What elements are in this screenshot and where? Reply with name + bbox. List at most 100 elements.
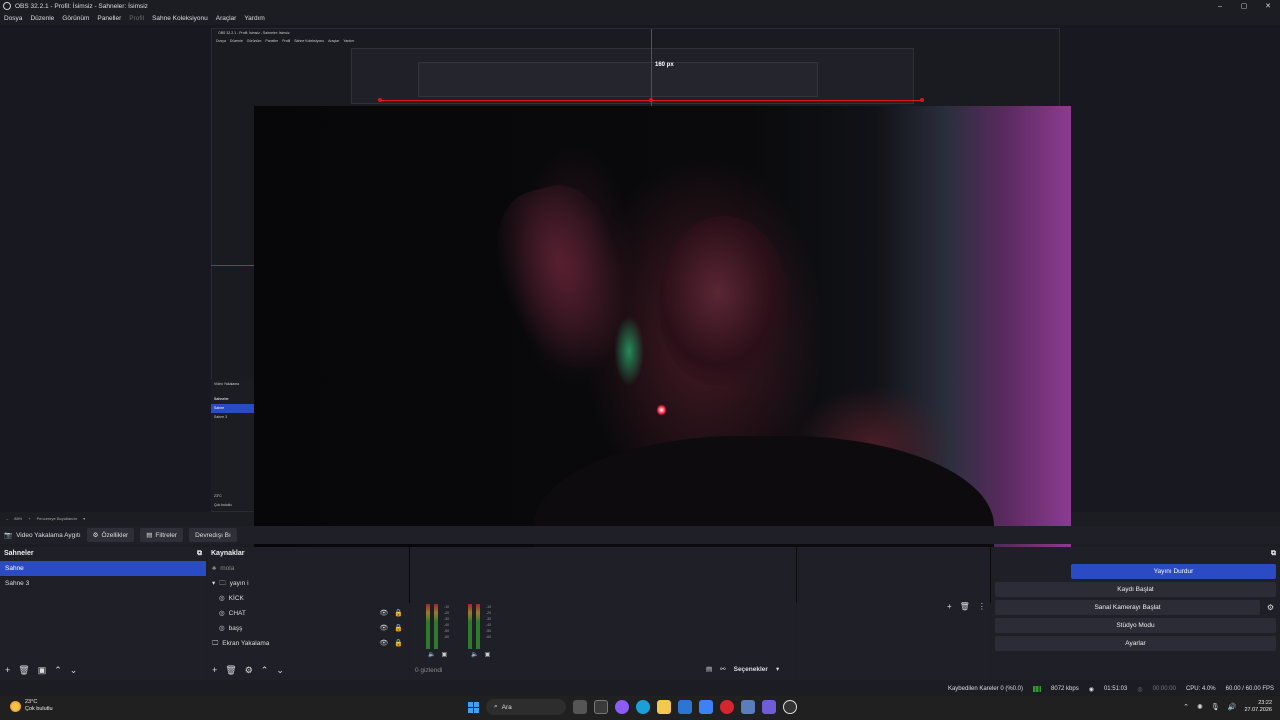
fit-to-window-label[interactable]: Pencereye Boyutlandır [37,516,77,521]
gear-icon[interactable]: ✺ [1197,703,1203,711]
menu-help[interactable]: Yardım [244,15,264,22]
clock-time: 23:22 [1258,700,1272,706]
guide-handle[interactable] [920,98,924,102]
menu-file[interactable]: Dosya [4,15,22,22]
windows-taskbar: 23°C Çok bulutlu ⌕ Ara ⌃ ✺ 🎙 🔊 23:22 27.… [0,696,1280,720]
speaker-icon[interactable]: 🔊 [1228,703,1237,711]
lock-icon[interactable]: 🔒 [394,636,403,651]
eye-icon[interactable]: 👁 [379,621,388,636]
source-item[interactable]: ◎ KİCK [207,591,409,606]
properties-button[interactable]: ⚙ Özellikler [86,528,135,542]
zoom-in-icon[interactable]: + [28,516,30,521]
menu-tools[interactable]: Araçlar [216,15,237,22]
zoom-level: 88% [14,515,23,521]
speaker-icon[interactable]: 🔈 [471,651,478,658]
context-source-label: Video Yakalama Aygıtı [16,531,81,539]
start-icon[interactable] [468,701,479,713]
source-item[interactable]: ♣ mola [207,561,409,576]
lock-icon[interactable]: 🔒 [394,606,403,621]
source-toggles: 👁 🔒 [379,636,403,651]
layout-icon[interactable]: ▤ [706,665,712,673]
arrow-down-icon[interactable]: ⌄ [70,665,78,676]
add-icon[interactable]: + [5,665,10,675]
chevron-down-icon[interactable]: ▾ [83,516,85,521]
undock-icon[interactable]: ⧉ [1271,547,1276,561]
source-item[interactable]: ◎ başş 👁 🔒 [207,621,409,636]
taskbar-search[interactable]: ⌕ Ara [486,699,566,715]
mic-icon[interactable]: 🎙 [1211,703,1220,711]
scene-item[interactable]: Sahne 3 [0,576,206,591]
context-source: 📷 Video Yakalama Aygıtı [4,531,81,540]
menu-docks[interactable]: Paneller [97,15,121,22]
mail-icon[interactable] [699,700,713,714]
chevron-down-icon[interactable]: ▾ [212,576,215,591]
filters-button[interactable]: ▤ Filtreler [140,528,184,542]
nested-menu: Dosya Düzenle Görünüm Paneller Profil Sa… [216,39,354,43]
task-view-icon[interactable] [573,700,587,714]
guide-handle[interactable] [649,98,653,102]
edge-icon[interactable] [636,700,650,714]
store-icon[interactable] [678,700,692,714]
arrow-down-icon[interactable]: ⌄ [276,665,284,676]
gear-icon[interactable]: ⚙ [245,665,253,676]
virtual-cam-button[interactable]: Sanal Kamerayı Başlat [995,600,1260,615]
arrow-up-icon[interactable]: ⌃ [261,665,269,676]
app-icon[interactable] [741,700,755,714]
settings-button[interactable]: Ayarlar [995,636,1276,651]
guide-handle[interactable] [378,98,382,102]
widgets-icon[interactable] [594,700,608,714]
source-item[interactable]: ▾ 🗀 yayın i [207,576,409,591]
add-icon[interactable]: + [947,602,952,611]
speaker-icon[interactable]: 🔈 [428,651,435,658]
chevron-down-icon[interactable]: ▾ [776,665,779,673]
arrow-up-icon[interactable]: ⌃ [54,665,62,676]
deactivate-button[interactable]: Devredışı Bı [189,528,237,542]
obs-taskbar-icon[interactable] [783,700,797,714]
add-icon[interactable]: + [212,665,217,675]
deactivate-label: Devredışı Bı [195,531,231,539]
minimize-icon[interactable]: – [1208,0,1232,12]
trash-icon[interactable]: 🗑 [225,665,236,676]
opera-icon[interactable] [720,700,734,714]
link-icon[interactable]: ⚯ [720,665,725,673]
studio-mode-button[interactable]: Stüdyo Modu [995,618,1276,633]
lock-icon[interactable]: 🔒 [394,621,403,636]
undock-icon[interactable]: ⧉ [197,547,202,561]
stop-stream-button[interactable]: Yayını Durdur [1071,564,1276,579]
eye-icon[interactable]: 👁 [379,606,388,621]
menu-scene-collection[interactable]: Sahne Koleksiyonu [152,15,208,22]
gear-icon[interactable]: ⚙ [1267,603,1274,612]
scene-item[interactable]: Sahne [0,561,206,576]
options-menu[interactable]: Seçenekler [734,666,768,673]
scenes-dock: Sahneler ⧉ Sahne Sahne 3 + 🗑 ▣ ⌃ ⌄ [0,547,206,680]
source-item[interactable]: ◎ CHAT 👁 🔒 [207,606,409,621]
start-record-button[interactable]: Kaydı Başlat [995,582,1276,597]
close-icon[interactable]: ✕ [1256,0,1280,12]
trash-icon[interactable]: 🗑 [18,665,29,676]
zoom-out-icon[interactable]: – [6,516,8,521]
nested-inner-capture-2 [418,62,818,97]
browser-icon: ◎ [219,595,225,602]
chevron-up-icon[interactable]: ⌃ [1183,703,1189,711]
window-controls: – ▢ ✕ [1208,0,1280,12]
eye-icon[interactable]: 👁 [379,636,388,651]
discord-icon[interactable] [762,700,776,714]
menu-view[interactable]: Görünüm [62,15,89,22]
trash-icon[interactable]: 🗑 [960,602,970,611]
filter-icon[interactable]: ▣ [38,665,47,676]
menu-edit[interactable]: Düzenle [30,15,54,22]
weather-widget[interactable]: 23°C Çok bulutlu [10,699,53,713]
stream-time: 01:51:03 [1103,686,1128,692]
menu-profile[interactable]: Profil [129,15,144,22]
file-explorer-icon[interactable] [657,700,671,714]
clock[interactable]: 23:22 27.07.2026 [1244,700,1272,714]
copilot-icon[interactable] [615,700,629,714]
lock-icon[interactable]: ▣ [485,651,491,658]
lock-icon[interactable]: ▣ [441,651,447,658]
sources-footer: + 🗑 ⚙ ⌃ ⌄ [207,662,409,678]
guide-measure-label: 160 px [655,62,674,68]
source-item[interactable]: 🖵 Ekran Yakalama 👁 🔒 [207,636,409,651]
more-icon[interactable]: ⋮ [978,602,986,611]
filters-label: Filtreler [155,531,178,539]
maximize-icon[interactable]: ▢ [1232,0,1256,12]
